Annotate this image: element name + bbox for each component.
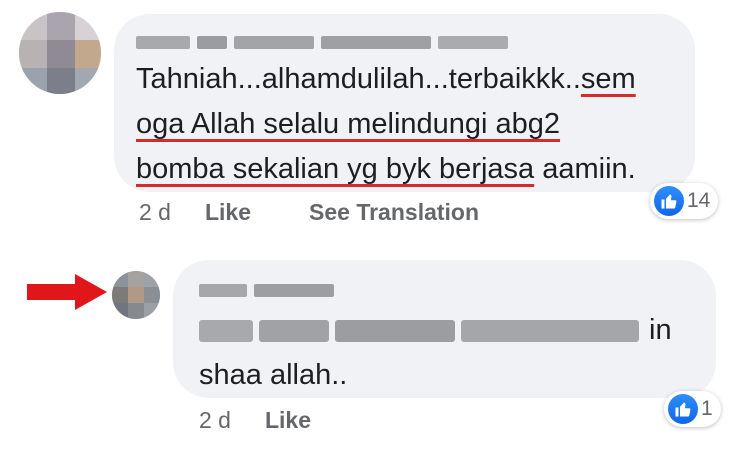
- comment-text: Tahniah...alhamdulilah...terbaikkk..sem …: [136, 63, 636, 185]
- reaction-count: 14: [687, 189, 711, 212]
- avatar[interactable]: [112, 271, 160, 319]
- like-link[interactable]: Like: [265, 407, 311, 434]
- mention-link[interactable]: [199, 320, 639, 343]
- timestamp[interactable]: 2 d: [199, 407, 231, 434]
- reaction-count: 1: [701, 397, 713, 420]
- thumbs-up-icon: [668, 394, 698, 424]
- comment-actions: 2 d Like: [199, 407, 311, 434]
- like-link[interactable]: Like: [205, 199, 251, 226]
- red-arrow-icon: [27, 274, 107, 310]
- comment-bubble: in shaa allah..: [173, 260, 716, 398]
- author-name[interactable]: [199, 284, 334, 297]
- timestamp[interactable]: 2 d: [139, 199, 171, 226]
- author-name[interactable]: [136, 36, 508, 49]
- thumbs-up-icon: [654, 186, 684, 216]
- reaction-count-badge[interactable]: 14: [650, 183, 719, 219]
- comment-bubble: Tahniah...alhamdulilah...terbaikkk..sem …: [114, 14, 695, 192]
- comment-actions: 2 d Like See Translation: [139, 199, 479, 226]
- reaction-count-badge[interactable]: 1: [664, 391, 721, 427]
- see-translation-link[interactable]: See Translation: [309, 199, 479, 226]
- avatar[interactable]: [19, 12, 101, 94]
- comment-text: in shaa allah..: [199, 314, 672, 391]
